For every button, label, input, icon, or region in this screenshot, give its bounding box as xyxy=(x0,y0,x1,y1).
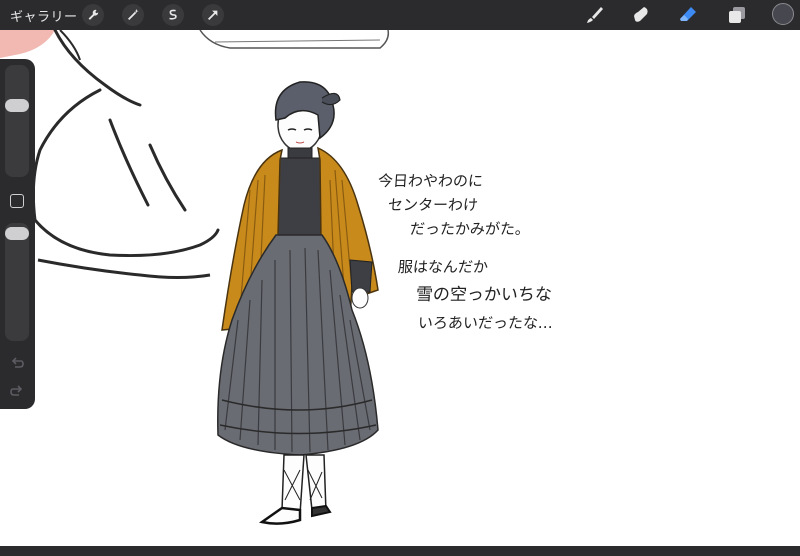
wrench-icon[interactable] xyxy=(82,4,104,26)
opacity-thumb[interactable] xyxy=(5,227,29,240)
cloak-sketch xyxy=(31,30,220,258)
brush-size-slider[interactable] xyxy=(5,65,29,177)
opacity-slider[interactable] xyxy=(5,223,29,341)
note-line-1: 今日わやわのに xyxy=(377,172,484,190)
character-figure xyxy=(217,81,379,525)
bottom-bar xyxy=(0,546,800,556)
gallery-button[interactable]: ギャラリー xyxy=(10,6,78,25)
color-picker[interactable] xyxy=(772,3,794,25)
square-icon[interactable] xyxy=(10,194,24,208)
left-sidebar xyxy=(0,59,35,409)
sketch-artwork xyxy=(0,30,390,525)
cloak-hem-line xyxy=(37,258,211,279)
selection-icon[interactable] xyxy=(162,4,184,26)
brush-icon[interactable] xyxy=(583,4,605,26)
note-line-3: だったかみがた。 xyxy=(409,220,531,238)
top-toolbar: ギャラリー xyxy=(0,0,800,30)
eraser-icon[interactable] xyxy=(677,4,699,26)
magic-wand-icon[interactable] xyxy=(122,4,144,26)
top-sketch-fragment xyxy=(199,30,390,49)
note-line-6: いろあいだったな… xyxy=(417,314,554,332)
layers-icon[interactable] xyxy=(726,4,748,26)
pink-sketch-fragment xyxy=(0,30,55,58)
brush-size-thumb[interactable] xyxy=(5,99,29,112)
undo-icon[interactable] xyxy=(9,355,25,371)
drawing-canvas[interactable]: 今日わやわのに センターわけ だったかみがた。 服はなんだか 雪の空っかいちな … xyxy=(0,30,800,546)
note-line-5: 雪の空っかいちな xyxy=(415,285,553,305)
transform-arrow-icon[interactable] xyxy=(202,4,224,26)
redo-icon[interactable] xyxy=(9,383,25,399)
smudge-icon[interactable] xyxy=(630,4,652,26)
note-line-2: センターわけ xyxy=(387,196,479,214)
note-line-4: 服はなんだか xyxy=(397,258,489,276)
